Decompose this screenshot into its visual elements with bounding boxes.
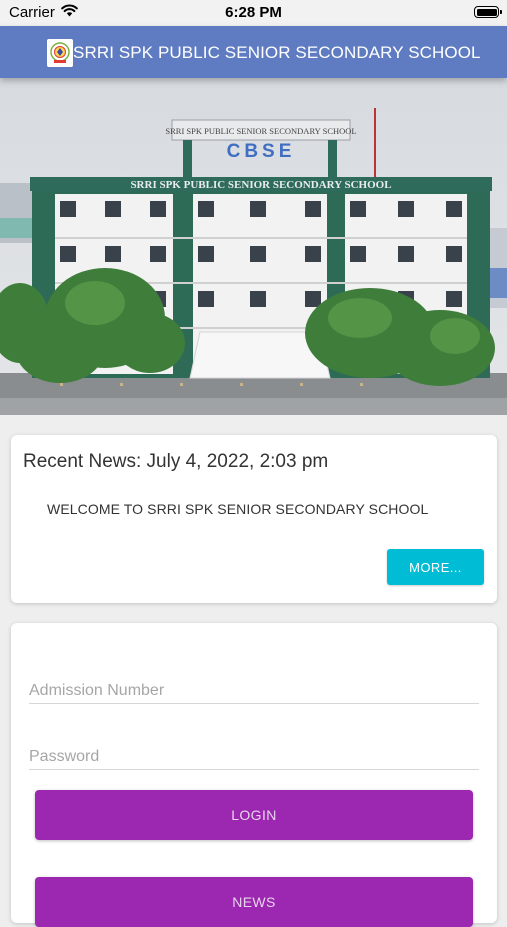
status-bar: Carrier 6:28 PM bbox=[0, 0, 507, 26]
news-body: WELCOME TO SRRI SPK SENIOR SECONDARY SCH… bbox=[47, 501, 429, 517]
password-field[interactable] bbox=[29, 733, 479, 775]
recent-news-card: Recent News: July 4, 2022, 2:03 pm WELCO… bbox=[11, 435, 497, 603]
building-sign-front: SRRI SPK PUBLIC SENIOR SECONDARY SCHOOL bbox=[130, 179, 391, 191]
battery-icon bbox=[474, 6, 502, 18]
password-input[interactable] bbox=[29, 733, 479, 775]
app-header: SRRI SPK PUBLIC SENIOR SECONDARY SCHOOL bbox=[0, 26, 507, 78]
building-sign-board: CBSE bbox=[227, 141, 296, 162]
school-logo-icon bbox=[47, 39, 73, 67]
news-heading: Recent News: July 4, 2022, 2:03 pm bbox=[23, 451, 329, 472]
login-button[interactable]: LOGIN bbox=[35, 790, 473, 840]
school-building-image: SRRI SPK PUBLIC SENIOR SECONDARY SCHOOL … bbox=[0, 78, 507, 415]
login-card: LOGIN NEWS bbox=[11, 623, 497, 927]
status-time: 6:28 PM bbox=[225, 4, 282, 21]
news-button[interactable]: NEWS bbox=[35, 877, 473, 927]
more-button[interactable]: MORE... bbox=[387, 549, 484, 585]
page-title: SRRI SPK PUBLIC SENIOR SECONDARY SCHOOL bbox=[73, 43, 481, 62]
building-sign-top: SRRI SPK PUBLIC SENIOR SECONDARY SCHOOL bbox=[165, 126, 356, 136]
admission-number-field[interactable] bbox=[29, 667, 479, 709]
admission-number-input[interactable] bbox=[29, 667, 479, 709]
